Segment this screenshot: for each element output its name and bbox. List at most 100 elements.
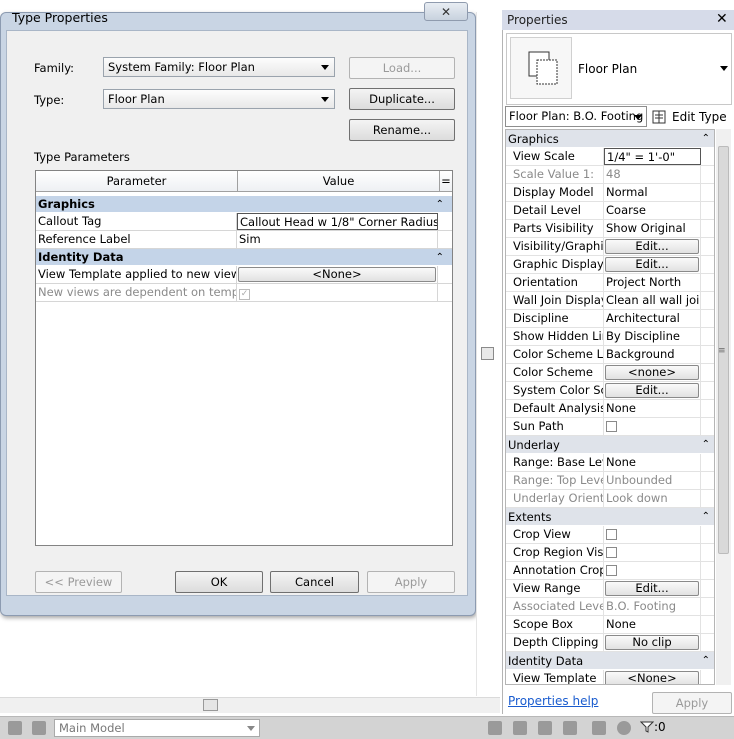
prop-row[interactable]: View Range Edit... bbox=[506, 580, 714, 598]
depth-clipping-button[interactable]: No clip bbox=[605, 635, 699, 650]
select-underlay-icon[interactable] bbox=[513, 721, 527, 735]
crop-region-visible-checkbox[interactable] bbox=[606, 547, 617, 558]
grid-row[interactable]: View Template applied to new views <None… bbox=[36, 266, 452, 284]
prop-row[interactable]: Color Scheme <none> bbox=[506, 364, 714, 382]
prop-row[interactable]: Visibility/Graphics OverridesEdit... bbox=[506, 238, 714, 256]
prop-value[interactable]: None bbox=[604, 400, 701, 417]
prop-name: Range: Top Level bbox=[506, 472, 604, 489]
param-value[interactable]: Sim bbox=[237, 231, 438, 248]
col-extra[interactable]: = bbox=[440, 171, 452, 191]
type-select[interactable]: Floor Plan bbox=[103, 89, 335, 109]
prop-value[interactable]: Normal bbox=[604, 184, 701, 201]
prop-row[interactable]: Discipline Architectural bbox=[506, 310, 714, 328]
rename-button[interactable]: Rename... bbox=[349, 119, 455, 141]
view-scale-input[interactable]: 1/4" = 1'-0" bbox=[604, 148, 701, 165]
gear-icon[interactable] bbox=[617, 721, 631, 735]
prop-row[interactable]: Scope Box None bbox=[506, 616, 714, 634]
palette-apply-button[interactable]: Apply bbox=[652, 692, 732, 714]
prop-row[interactable]: Annotation Crop bbox=[506, 562, 714, 580]
family-select[interactable]: System Family: Floor Plan bbox=[103, 57, 335, 77]
graphic-display-edit-button[interactable]: Edit... bbox=[605, 257, 699, 272]
prop-row[interactable]: Sun Path bbox=[506, 418, 714, 436]
preview-button[interactable]: << Preview bbox=[35, 571, 122, 593]
prop-value[interactable]: By Discipline bbox=[604, 328, 701, 345]
select-links-icon[interactable] bbox=[488, 721, 502, 735]
collapse-icon[interactable]: ⌃ bbox=[436, 196, 444, 213]
prop-row[interactable]: View Template <None> bbox=[506, 670, 714, 684]
dialog-close-button[interactable]: ✕ bbox=[424, 2, 468, 21]
crop-view-checkbox[interactable] bbox=[606, 529, 617, 540]
prop-row[interactable]: Show Hidden LinesBy Discipline bbox=[506, 328, 714, 346]
prop-name: Scope Box bbox=[506, 616, 604, 633]
instance-selector[interactable]: Floor Plan: B.O. Footing bbox=[505, 106, 647, 127]
prop-value[interactable]: Project North bbox=[604, 274, 701, 291]
palette-section-identity-data[interactable]: Identity Data ⌃ bbox=[506, 652, 714, 670]
cancel-button[interactable]: Cancel bbox=[270, 571, 359, 593]
palette-close-icon[interactable]: ✕ bbox=[716, 11, 728, 27]
grid-row[interactable]: Callout Tag Callout Head w 1/8" Corner R… bbox=[36, 213, 452, 231]
palette-section-extents[interactable]: Extents ⌃ bbox=[506, 508, 714, 526]
apply-button[interactable]: Apply bbox=[367, 571, 455, 593]
collapse-icon[interactable]: ⌃ bbox=[702, 652, 710, 670]
system-color-schemes-edit-button[interactable]: Edit... bbox=[605, 383, 699, 398]
model-selector[interactable]: Main Model bbox=[54, 719, 260, 737]
view-range-edit-button[interactable]: Edit... bbox=[605, 581, 699, 596]
properties-help-link[interactable]: Properties help bbox=[508, 694, 598, 708]
prop-value[interactable]: None bbox=[604, 454, 701, 471]
ok-button[interactable]: OK bbox=[175, 571, 263, 593]
sun-path-checkbox[interactable] bbox=[606, 421, 617, 432]
prop-value[interactable]: Architectural bbox=[604, 310, 701, 327]
chevron-down-icon[interactable] bbox=[720, 66, 728, 71]
prop-value[interactable]: Clean all wall joins bbox=[604, 292, 701, 309]
palette-section-graphics[interactable]: Graphics ⌃ bbox=[506, 130, 714, 148]
worksets-icon[interactable] bbox=[8, 721, 22, 735]
view-template-button[interactable]: <None> bbox=[238, 267, 436, 282]
prop-value[interactable]: Background bbox=[604, 346, 701, 363]
prop-row[interactable]: Crop View bbox=[506, 526, 714, 544]
color-scheme-button[interactable]: <none> bbox=[605, 365, 699, 380]
grid-row[interactable]: New views are dependent on template ✓ bbox=[36, 284, 452, 302]
palette-section-underlay[interactable]: Underlay ⌃ bbox=[506, 436, 714, 454]
view-template-button[interactable]: <None> bbox=[605, 671, 699, 684]
prop-value[interactable]: Show Original bbox=[604, 220, 701, 237]
load-button[interactable]: Load... bbox=[349, 57, 455, 79]
prop-row[interactable]: Detail Level Coarse bbox=[506, 202, 714, 220]
prop-value[interactable]: Coarse bbox=[604, 202, 701, 219]
collapse-icon[interactable]: ⌃ bbox=[436, 249, 444, 266]
prop-row[interactable]: System Color SchemesEdit... bbox=[506, 382, 714, 400]
dependent-checkbox[interactable]: ✓ bbox=[239, 289, 250, 300]
prop-row[interactable]: Default Analysis Display StyleNone bbox=[506, 400, 714, 418]
grid-section-identity-data[interactable]: Identity Data ⌃ bbox=[36, 249, 452, 266]
param-value-input[interactable]: Callout Head w 1/8" Corner Radius bbox=[237, 213, 438, 230]
drag-elements-icon[interactable] bbox=[592, 721, 606, 735]
prop-row[interactable]: Depth Clipping No clip bbox=[506, 634, 714, 652]
col-value[interactable]: Value bbox=[238, 171, 440, 191]
prop-row[interactable]: Orientation Project North bbox=[506, 274, 714, 292]
prop-value[interactable]: None bbox=[604, 616, 701, 633]
collapse-icon[interactable]: ⌃ bbox=[702, 508, 710, 526]
annotation-crop-checkbox[interactable] bbox=[606, 565, 617, 576]
edit-type-button[interactable]: Edit Type bbox=[652, 106, 727, 127]
canvas-hscrollbar[interactable] bbox=[0, 697, 500, 713]
collapse-icon[interactable]: ⌃ bbox=[702, 436, 710, 454]
select-by-face-icon[interactable] bbox=[563, 721, 577, 735]
grid-row[interactable]: Reference Label Sim bbox=[36, 231, 452, 249]
prop-row[interactable]: Graphic Display OptionsEdit... bbox=[506, 256, 714, 274]
prop-row[interactable]: Crop Region Visible bbox=[506, 544, 714, 562]
prop-row[interactable]: View Scale 1/4" = 1'-0" bbox=[506, 148, 714, 166]
duplicate-button[interactable]: Duplicate... bbox=[349, 88, 455, 110]
prop-row[interactable]: Display Model Normal bbox=[506, 184, 714, 202]
collapse-icon[interactable]: ⌃ bbox=[702, 130, 710, 148]
prop-row[interactable]: Wall Join DisplayClean all wall joins bbox=[506, 292, 714, 310]
filter-indicator[interactable]: :0 bbox=[640, 720, 666, 734]
prop-row[interactable]: Range: Base LevelNone bbox=[506, 454, 714, 472]
canvas-scrollbar-thumb[interactable] bbox=[481, 347, 494, 360]
design-options-icon[interactable] bbox=[32, 721, 46, 735]
select-pinned-icon[interactable] bbox=[538, 721, 552, 735]
canvas-hscrollbar-thumb[interactable] bbox=[203, 699, 218, 711]
grid-section-graphics[interactable]: Graphics ⌃ bbox=[36, 196, 452, 213]
visibility-graphics-edit-button[interactable]: Edit... bbox=[605, 239, 699, 254]
prop-row[interactable]: Parts Visibility Show Original bbox=[506, 220, 714, 238]
col-parameter[interactable]: Parameter bbox=[36, 171, 238, 191]
prop-row[interactable]: Color Scheme LocationBackground bbox=[506, 346, 714, 364]
